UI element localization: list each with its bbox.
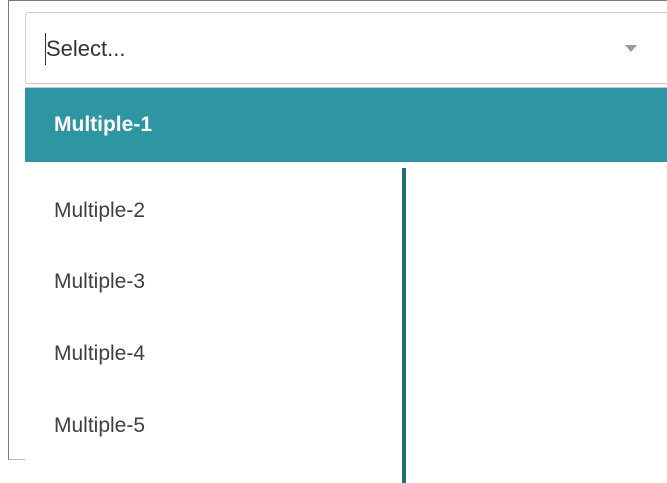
chevron-down-icon[interactable] — [625, 45, 637, 52]
option-label: Multiple-2 — [54, 199, 146, 222]
option-multiple-2[interactable]: Multiple-2 — [25, 174, 667, 248]
select-control[interactable] — [25, 12, 667, 84]
text-caret — [45, 33, 46, 65]
option-multiple-3[interactable]: Multiple-3 — [25, 245, 667, 319]
option-multiple-1[interactable]: Multiple-1 — [25, 88, 667, 162]
option-label: Multiple-1 — [54, 113, 152, 136]
dropdown-menu: Multiple-1 Multiple-2 Multiple-3 Multipl… — [25, 87, 667, 465]
option-multiple-4[interactable]: Multiple-4 — [25, 317, 667, 391]
select-input[interactable] — [46, 32, 586, 66]
vertical-divider — [402, 168, 406, 483]
option-label: Multiple-5 — [54, 414, 146, 437]
option-label: Multiple-4 — [54, 342, 146, 365]
option-multiple-5[interactable]: Multiple-5 — [25, 389, 667, 463]
option-label: Multiple-3 — [54, 270, 146, 293]
